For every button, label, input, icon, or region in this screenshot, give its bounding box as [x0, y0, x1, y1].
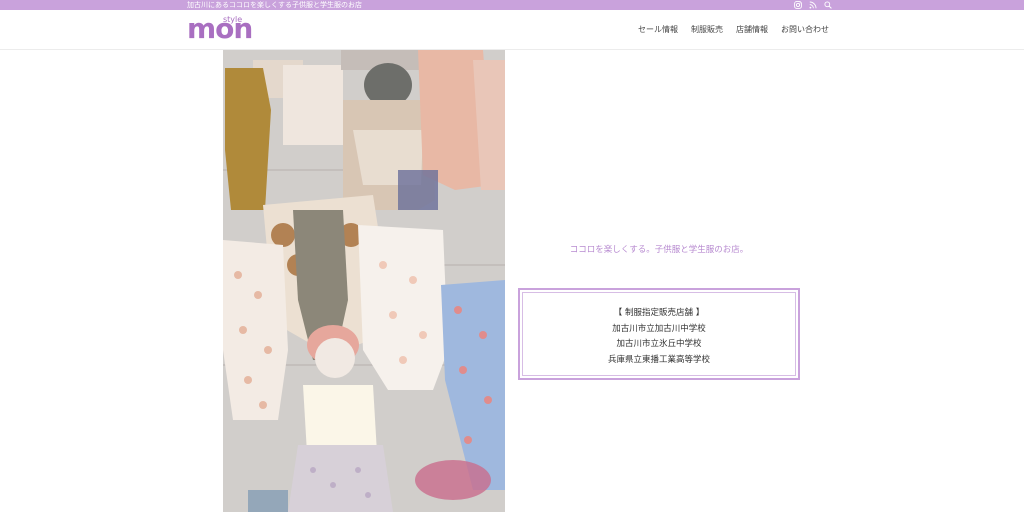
logo-main: mon — [187, 12, 253, 45]
nav-store[interactable]: 店舗情報 — [736, 25, 768, 35]
main-nav: セール情報 制服販売 店舗情報 お問い合わせ — [638, 25, 829, 35]
school-item: 加古川市立加古川中学校 — [612, 323, 706, 334]
nav-uniform[interactable]: 制服販売 — [691, 25, 723, 35]
logo-sub: style — [223, 15, 243, 24]
top-icons — [794, 1, 832, 9]
school-item: 加古川市立氷丘中学校 — [616, 339, 702, 349]
search-icon[interactable] — [824, 1, 832, 9]
uniform-store-box: 【 制服指定販売店舗 】 加古川市立加古川中学校 加古川市立氷丘中学校 兵庫県立… — [518, 288, 800, 380]
site-tagline: 加古川にあるココロを楽しくする子供服と学生服のお店 — [187, 1, 362, 9]
uniform-store-box-inner: 【 制服指定販売店舗 】 加古川市立加古川中学校 加古川市立氷丘中学校 兵庫県立… — [522, 292, 796, 376]
catch-copy: ココロを楽しくする。子供服と学生服のお店。 — [569, 245, 749, 255]
instagram-icon[interactable] — [794, 1, 802, 9]
rss-icon[interactable] — [809, 1, 817, 9]
site-header: mon style セール情報 制服販売 店舗情報 お問い合わせ — [0, 10, 1024, 50]
hero-photo — [223, 50, 505, 512]
school-item: 兵庫県立東播工業高等学校 — [607, 354, 710, 365]
nav-sale[interactable]: セール情報 — [638, 25, 678, 35]
children-clothes-photo — [223, 50, 505, 512]
top-bar: 加古川にあるココロを楽しくする子供服と学生服のお店 — [0, 0, 1024, 10]
uniform-box-title: 【 制服指定販売店舗 】 — [613, 308, 705, 318]
site-logo[interactable]: mon style — [187, 14, 253, 46]
nav-contact[interactable]: お問い合わせ — [781, 25, 829, 35]
